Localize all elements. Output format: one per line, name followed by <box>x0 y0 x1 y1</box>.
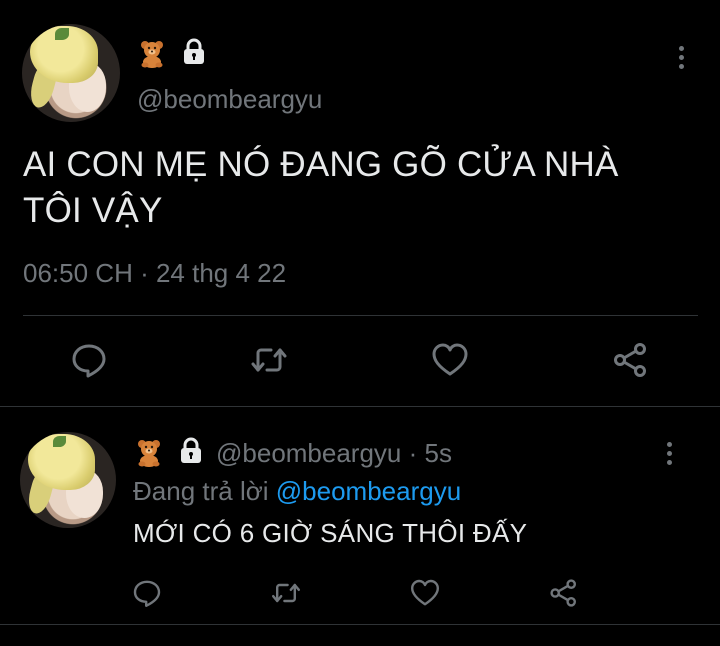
replying-prefix: Đang trả lời <box>133 476 276 506</box>
reply-icon[interactable] <box>69 340 109 380</box>
share-icon[interactable] <box>611 340 651 380</box>
share-icon[interactable] <box>548 577 580 609</box>
tweet-text-line: AI CON MẸ NÓ ĐANG GÕ CỬA NHÀ <box>23 145 619 184</box>
more-options-icon[interactable] <box>658 438 680 468</box>
reply-handle-time[interactable]: @beombeargyu · 5s <box>216 438 452 469</box>
tweet-text: AI CON MẸ NÓ ĐANG GÕ CỬA NHÀ TÔI VẬY <box>23 142 693 234</box>
reply-icon[interactable] <box>131 577 163 609</box>
handle[interactable]: @beombeargyu <box>137 84 322 115</box>
replying-to-link[interactable]: @beombeargyu <box>276 476 461 506</box>
lock-icon <box>176 436 206 466</box>
replying-to: Đang trả lời @beombeargyu <box>133 476 461 507</box>
bear-emoji-icon <box>134 437 164 467</box>
more-options-icon[interactable] <box>670 42 692 72</box>
section-divider <box>0 406 720 407</box>
retweet-icon[interactable] <box>270 577 302 609</box>
reply-text: MỚI CÓ 6 GIỜ SÁNG THÔI ĐẤY <box>133 518 528 548</box>
retweet-icon[interactable] <box>249 340 289 380</box>
like-icon[interactable] <box>409 577 441 609</box>
like-icon[interactable] <box>430 340 470 380</box>
tweet-text-line: TÔI VẬY <box>23 191 163 230</box>
divider <box>0 624 720 625</box>
avatar[interactable] <box>22 24 120 122</box>
avatar[interactable] <box>20 432 116 528</box>
main-tweet: @beombeargyu AI CON MẸ NÓ ĐANG GÕ CỬA NH… <box>0 0 720 406</box>
timestamp[interactable]: 06:50 CH · 24 thg 4 22 <box>23 258 286 289</box>
divider <box>23 315 698 316</box>
bear-emoji-icon <box>137 38 167 68</box>
lock-icon <box>179 37 209 67</box>
